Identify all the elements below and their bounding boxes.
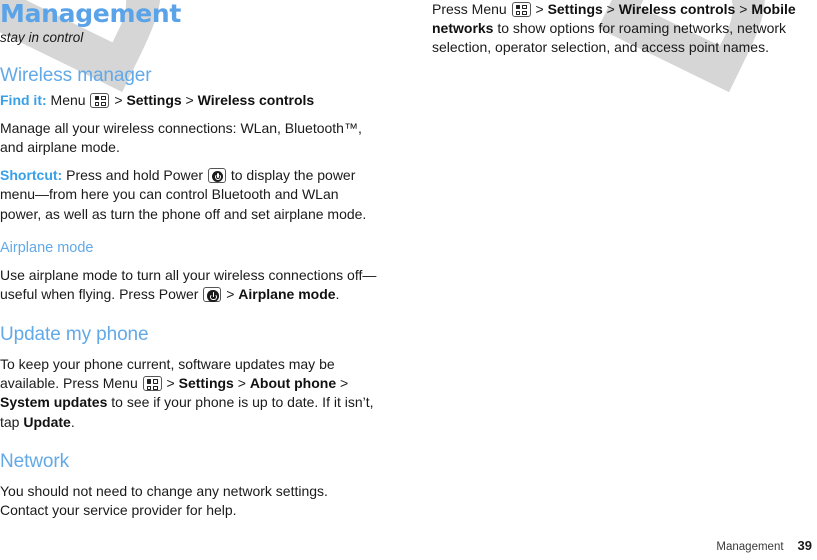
update-bold-update: Update [23,413,71,430]
right-bold-wireless-controls: Wireless controls [618,1,736,17]
right-sep-1: > [531,1,548,17]
menu-key-icon [511,2,531,17]
footer-chapter-name: Management [716,541,784,553]
menu-key-icon [90,92,110,108]
manual-page: Management stay in control Wireless mana… [0,0,817,560]
find-it-sep-1: > [110,91,127,108]
power-key-icon [207,168,226,184]
power-key-icon [203,287,222,303]
subsection-heading-airplane-mode: Airplane mode [0,239,94,256]
mobile-networks-paragraph: Press Menu > Settings > Wireless control… [432,0,812,58]
section-heading-network: Network [0,450,69,472]
find-it-label: Find it: [0,91,47,108]
section-heading-update-my-phone: Update my phone [0,323,149,345]
update-sep-2: > [233,375,250,392]
page-footer: Management 39 [0,537,812,555]
shortcut-text-1: Press and hold Power [66,167,204,184]
update-sep-3: > [336,375,349,392]
page-subtitle: stay in control [0,30,84,45]
page-title: Management [0,0,182,28]
update-bold-about-phone: About phone [249,375,337,392]
right-bold-settings: Settings [547,1,603,17]
find-it-line: Find it: Menu > Settings > Wireless cont… [0,91,378,110]
menu-key-icon [142,376,162,392]
find-it-sep-2: > [181,91,198,108]
right-sep-2: > [602,1,619,17]
shortcut-paragraph: Shortcut: Press and hold Power to displa… [0,166,378,224]
airplane-mode-paragraph: Use airplane mode to turn all your wirel… [0,266,378,304]
right-sep-3: > [735,1,752,17]
airplane-sep: > [222,286,239,303]
right-text-1: Press Menu [432,1,507,17]
find-it-menu-word: Menu [50,91,86,108]
find-it-item-settings: Settings [126,91,182,108]
update-bold-system-updates: System updates [0,394,108,411]
section-heading-wireless-manager: Wireless manager [0,65,152,87]
left-column: Management stay in control Wireless mana… [0,0,378,521]
airplane-text-2: . [335,286,340,303]
shortcut-label: Shortcut: [0,167,63,184]
footer-page-number: 39 [797,538,812,553]
wireless-manager-paragraph: Manage all your wireless connections: WL… [0,119,362,155]
network-paragraph: You should not need to change any networ… [0,483,328,519]
right-column: Press Menu > Settings > Wireless control… [432,0,812,58]
airplane-mode-bold: Airplane mode [238,286,336,303]
update-sep-1: > [162,375,179,392]
update-text-3: . [70,413,75,430]
update-my-phone-paragraph: To keep your phone current, software upd… [0,355,378,432]
find-it-item-wireless-controls: Wireless controls [197,91,315,108]
update-bold-settings: Settings [178,375,234,392]
